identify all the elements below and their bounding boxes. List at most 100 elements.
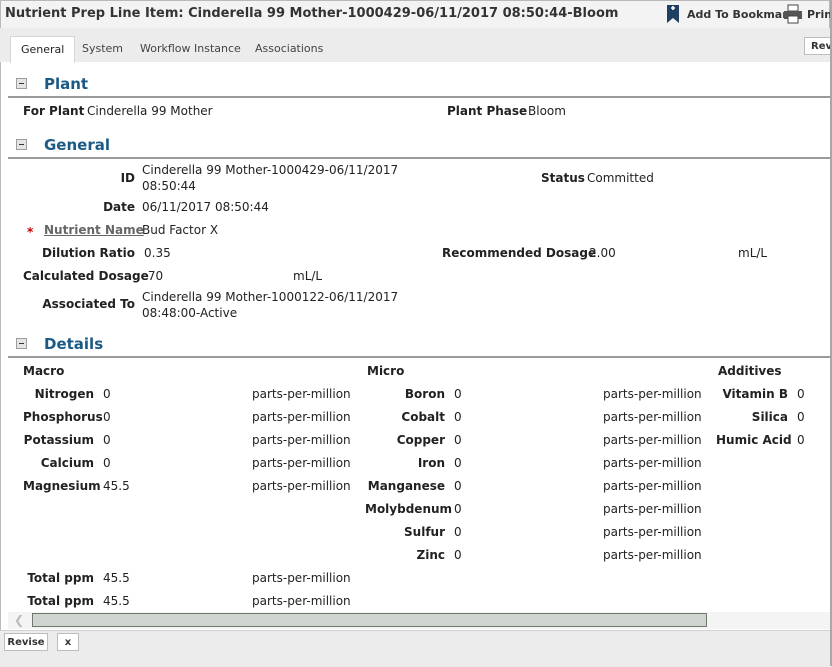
section-title-general: General xyxy=(44,136,110,154)
macro-label: Phosphorus xyxy=(23,410,103,424)
micro-value: 0 xyxy=(454,410,462,424)
macro-label: Magnesium xyxy=(23,479,101,493)
id-value-line2: 08:50:44 xyxy=(142,179,196,193)
total-ppm-unit: parts-per-million xyxy=(252,571,351,585)
section-divider xyxy=(8,356,830,358)
macro-label: Potassium xyxy=(23,433,94,447)
scroll-left-arrow-icon[interactable]: ❮ xyxy=(8,612,30,629)
tab-workflow-instance[interactable]: Workflow Instance xyxy=(130,36,251,62)
macro-unit: parts-per-million xyxy=(252,456,351,470)
additives-header: Additives xyxy=(718,364,782,378)
id-value-line1: Cinderella 99 Mother-1000429-06/11/2017 xyxy=(142,163,399,177)
micro-value: 0 xyxy=(454,525,462,539)
section-title-details: Details xyxy=(44,335,104,353)
recommended-dosage-label: Recommended Dosage xyxy=(442,246,597,260)
section-title-plant: Plant xyxy=(44,75,89,93)
micro-value: 0 xyxy=(454,433,462,447)
status-label: Status xyxy=(541,171,585,185)
macro-value: 45.5 xyxy=(103,479,130,493)
macro-header: Macro xyxy=(23,364,65,378)
associated-to-value-line2: 08:48:00-Active xyxy=(142,306,238,320)
micro-unit: parts-per-million xyxy=(603,548,702,562)
macro-value: 0 xyxy=(103,387,111,401)
associated-to-value-line1: Cinderella 99 Mother-1000122-06/11/2017 xyxy=(142,290,399,304)
bookmark-add-icon xyxy=(667,5,679,23)
nutrient-name-link[interactable]: Nutrient Name xyxy=(44,223,144,237)
calculated-dosage-value: .70 xyxy=(144,269,164,283)
title-bar: Nutrient Prep Line Item: Cinderella 99 M… xyxy=(0,0,832,28)
window-title: Nutrient Prep Line Item: Cinderella 99 M… xyxy=(5,6,619,21)
section-divider xyxy=(8,96,830,98)
micro-label: Copper xyxy=(396,433,445,447)
collapse-plant-icon[interactable] xyxy=(16,78,27,89)
recommended-dosage-value: 2.00 xyxy=(589,246,616,260)
calculated-dosage-label: Calculated Dosage xyxy=(23,269,149,283)
additive-value: 0 xyxy=(797,433,805,447)
total-ppm-value: 45.5 xyxy=(103,594,130,608)
collapse-general-icon[interactable] xyxy=(16,139,27,150)
micro-label: Boron xyxy=(404,387,445,401)
print-label: Print xyxy=(807,8,832,21)
total-ppm-label: Total ppm xyxy=(27,594,94,608)
collapse-details-icon[interactable] xyxy=(16,338,27,349)
associated-to-label: Associated To xyxy=(42,297,135,311)
status-value: Committed xyxy=(587,171,654,185)
macro-value: 0 xyxy=(103,433,111,447)
micro-unit: parts-per-million xyxy=(603,387,702,401)
printer-icon xyxy=(784,4,802,24)
section-divider xyxy=(8,157,830,159)
micro-label: Manganese xyxy=(367,479,445,493)
tab-system[interactable]: System xyxy=(72,36,133,62)
macro-label: Nitrogen xyxy=(34,387,94,401)
macro-unit: parts-per-million xyxy=(252,410,351,424)
id-label: ID xyxy=(120,171,135,185)
tab-associations[interactable]: Associations xyxy=(245,36,333,62)
dilution-ratio-label: Dilution Ratio xyxy=(42,246,135,260)
micro-unit: parts-per-million xyxy=(603,525,702,539)
macro-value: 0 xyxy=(103,410,111,424)
recommended-dosage-unit: mL/L xyxy=(738,246,768,260)
date-label: Date xyxy=(103,200,135,214)
micro-unit: parts-per-million xyxy=(603,479,702,493)
total-ppm-unit: parts-per-million xyxy=(252,594,351,608)
additive-label: Humic Acid xyxy=(716,433,792,447)
additive-value: 0 xyxy=(797,410,805,424)
micro-label: Molybdenum xyxy=(365,502,453,516)
total-ppm-label: Total ppm xyxy=(27,571,94,585)
micro-label: Iron xyxy=(417,456,445,470)
additive-value: 0 xyxy=(797,387,805,401)
revise-button[interactable]: Revise xyxy=(4,633,48,651)
calculated-dosage-unit: mL/L xyxy=(293,269,323,283)
footer-bar xyxy=(0,630,832,667)
micro-value: 0 xyxy=(454,548,462,562)
micro-unit: parts-per-million xyxy=(603,410,702,424)
micro-unit: parts-per-million xyxy=(603,433,702,447)
macro-value: 0 xyxy=(103,456,111,470)
micro-header: Micro xyxy=(367,364,405,378)
macro-label: Calcium xyxy=(40,456,94,470)
additive-label: Vitamin B xyxy=(722,387,788,401)
micro-unit: parts-per-million xyxy=(603,456,702,470)
scrollbar-thumb[interactable] xyxy=(32,613,707,627)
macro-unit: parts-per-million xyxy=(252,433,351,447)
for-plant-value: Cinderella 99 Mother xyxy=(87,104,213,118)
micro-unit: parts-per-million xyxy=(603,502,702,516)
micro-label: Cobalt xyxy=(401,410,445,424)
required-marker: * xyxy=(27,225,34,239)
total-ppm-value: 45.5 xyxy=(103,571,130,585)
micro-label: Zinc xyxy=(416,548,445,562)
micro-label: Sulfur xyxy=(404,525,445,539)
micro-value: 0 xyxy=(454,456,462,470)
macro-unit: parts-per-million xyxy=(252,479,351,493)
nutrient-name-value: Bud Factor X xyxy=(142,223,219,237)
for-plant-label: For Plant xyxy=(23,104,85,118)
tab-general[interactable]: General xyxy=(10,36,76,63)
dilution-ratio-value: 0.35 xyxy=(144,246,171,260)
revise-top-button[interactable]: Revi xyxy=(804,37,832,55)
date-value: 06/11/2017 08:50:44 xyxy=(142,200,269,214)
additive-label: Silica xyxy=(751,410,788,424)
plant-phase-value: Bloom xyxy=(528,104,566,118)
macro-unit: parts-per-million xyxy=(252,387,351,401)
plant-phase-label: Plant Phase xyxy=(447,104,528,118)
close-button[interactable]: x xyxy=(57,633,79,651)
